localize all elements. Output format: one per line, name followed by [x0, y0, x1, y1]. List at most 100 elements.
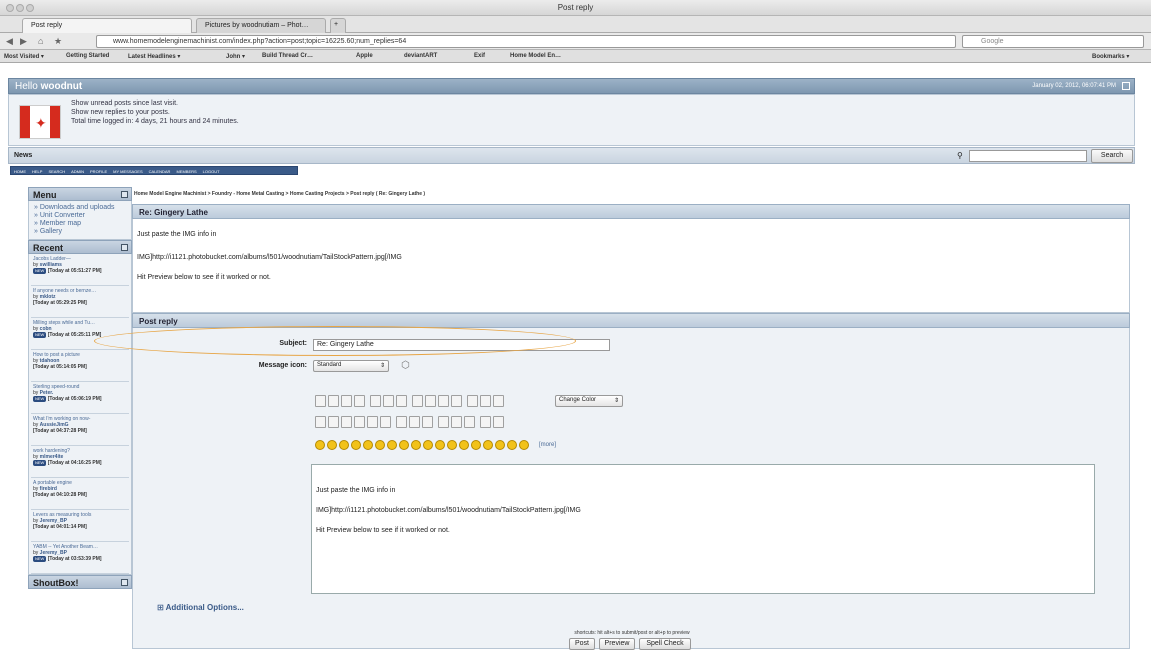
smiley-icon[interactable]	[387, 440, 397, 450]
smiley-icon[interactable]	[399, 440, 409, 450]
menu-search[interactable]: SEARCH	[45, 167, 68, 176]
smiley-icon[interactable]	[411, 440, 421, 450]
menu-messages[interactable]: MY MESSAGES	[110, 167, 146, 176]
smiley-icon[interactable]	[315, 440, 325, 450]
menu-members[interactable]: MEMBERS	[173, 167, 199, 176]
code-icon[interactable]	[464, 416, 475, 428]
underline-icon[interactable]	[341, 395, 352, 407]
new-tab-button[interactable]: +	[330, 18, 346, 33]
bookmark-item[interactable]: deviantART	[404, 53, 437, 59]
shadow-icon[interactable]	[383, 395, 394, 407]
recent-post-item[interactable]: Sterling speed-round by Peter. NEW [Today …	[31, 382, 129, 414]
smiley-icon[interactable]	[351, 440, 361, 450]
web-search-input[interactable]: Google	[962, 35, 1144, 48]
left-align-icon[interactable]	[412, 395, 423, 407]
unread-posts-link[interactable]: Show unread posts since last visit.	[71, 99, 239, 108]
smiley-icon[interactable]	[363, 440, 373, 450]
marquee-icon[interactable]	[396, 395, 407, 407]
collapse-icon[interactable]	[121, 191, 128, 198]
teletype-icon[interactable]	[451, 416, 462, 428]
collapse-icon[interactable]	[121, 244, 128, 251]
search-button[interactable]: Search	[1091, 149, 1133, 163]
smiley-icon[interactable]	[339, 440, 349, 450]
sidebar-item-gallery[interactable]: » Gallery	[34, 228, 126, 236]
superscript-icon[interactable]	[422, 416, 433, 428]
ftp-icon[interactable]	[367, 416, 378, 428]
list-icon[interactable]	[493, 416, 504, 428]
table-icon[interactable]	[380, 416, 391, 428]
smiley-icon[interactable]	[327, 440, 337, 450]
strikethrough-icon[interactable]	[354, 395, 365, 407]
url-bar[interactable]: www.homemodelenginemachinist.com/index.p…	[96, 35, 956, 48]
bookmark-item[interactable]: Home Model En…	[510, 53, 561, 59]
spell-check-button[interactable]: Spell Check	[639, 638, 691, 650]
bookmark-item[interactable]: Most Visited ▾	[4, 53, 44, 60]
quote-icon[interactable]	[480, 416, 491, 428]
recent-post-item[interactable]: A portable engine by firebird [Today at 04…	[31, 478, 129, 510]
recent-post-item[interactable]: Levers as measuring tools by Jeremy_BP [To…	[31, 510, 129, 542]
back-icon[interactable]: ◀	[6, 36, 13, 47]
smiley-icon[interactable]	[435, 440, 445, 450]
font-size-icon[interactable]	[480, 395, 491, 407]
forward-icon[interactable]: ▶	[20, 36, 27, 47]
recent-post-item[interactable]: work hardening? by mlmer4ite NEW [Today at…	[31, 446, 129, 478]
sidebar-item-downloads[interactable]: » Downloads and uploads	[34, 204, 126, 212]
image-icon[interactable]	[328, 416, 339, 428]
collapse-icon[interactable]	[121, 579, 128, 586]
center-align-icon[interactable]	[425, 395, 436, 407]
bookmark-item[interactable]: Exif	[474, 53, 485, 59]
horizontal-rule-icon[interactable]	[467, 395, 478, 407]
change-color-select[interactable]: Change Color ⇕	[555, 395, 623, 407]
table-row-icon[interactable]	[396, 416, 407, 428]
recent-post-item[interactable]: If anyone needs or bernze… by mklotz [Toda…	[31, 286, 129, 318]
smiley-icon[interactable]	[375, 440, 385, 450]
bookmark-item[interactable]: Apple	[356, 53, 373, 59]
post-button[interactable]: Post	[569, 638, 595, 650]
more-smileys-link[interactable]: [more]	[539, 442, 556, 448]
menu-help[interactable]: HELP	[29, 167, 45, 176]
glow-icon[interactable]	[370, 395, 381, 407]
smiley-icon[interactable]	[471, 440, 481, 450]
menu-calendar[interactable]: CALENDAR	[146, 167, 174, 176]
preformatted-icon[interactable]	[451, 395, 462, 407]
menu-admin[interactable]: ADMIN	[68, 167, 87, 176]
preview-button[interactable]: Preview	[599, 638, 635, 650]
additional-options-link[interactable]: ⊞ Additional Options...	[157, 603, 244, 612]
recent-post-item[interactable]: What I'm working on now-by AussieJimG [To…	[31, 414, 129, 446]
menu-profile[interactable]: PROFILE	[87, 167, 110, 176]
bookmark-star-icon[interactable]: ★	[54, 36, 62, 47]
new-replies-link[interactable]: Show new replies to your posts.	[71, 108, 239, 117]
bookmark-item[interactable]: Build Thread Cr…	[262, 53, 313, 59]
table-column-icon[interactable]	[409, 416, 420, 428]
home-icon[interactable]: ⌂	[38, 36, 43, 47]
recent-post-item[interactable]: YABM -- Yet Another Beam… by Jeremy_BP NEW…	[31, 542, 129, 574]
smiley-icon[interactable]	[483, 440, 493, 450]
message-textarea[interactable]: Just paste the IMG info in IMG]http://i1…	[311, 464, 1095, 594]
sidebar-item-member-map[interactable]: » Member map	[34, 220, 126, 228]
recent-post-item[interactable]: Jacobs Ladder— by swilliams NEW [Today at …	[31, 254, 129, 286]
message-icon-select[interactable]: Standard ⇕	[313, 360, 389, 372]
smiley-icon[interactable]	[459, 440, 469, 450]
email-icon[interactable]	[354, 416, 365, 428]
smiley-icon[interactable]	[519, 440, 529, 450]
tab-pictures[interactable]: Pictures by woodnutiam – Phot…	[196, 18, 326, 33]
subscript-icon[interactable]	[438, 416, 449, 428]
bold-icon[interactable]	[315, 395, 326, 407]
bookmark-item[interactable]: Latest Headlines ▾	[128, 53, 180, 60]
menu-logout[interactable]: LOGOUT	[200, 167, 223, 176]
link-icon[interactable]	[341, 416, 352, 428]
bookmarks-menu[interactable]: Bookmarks ▾	[1092, 53, 1129, 60]
collapse-icon[interactable]	[1122, 82, 1130, 90]
forum-search-input[interactable]	[969, 150, 1087, 162]
right-align-icon[interactable]	[438, 395, 449, 407]
sidebar-item-unit-converter[interactable]: » Unit Converter	[34, 212, 126, 220]
tab-post-reply[interactable]: Post reply	[22, 18, 192, 33]
italic-icon[interactable]	[328, 395, 339, 407]
menu-home[interactable]: HOME	[11, 167, 29, 176]
smiley-icon[interactable]	[447, 440, 457, 450]
smiley-icon[interactable]	[495, 440, 505, 450]
smiley-icon[interactable]	[423, 440, 433, 450]
smiley-icon[interactable]	[507, 440, 517, 450]
flash-icon[interactable]	[315, 416, 326, 428]
bookmark-item[interactable]: John ▾	[226, 53, 245, 60]
